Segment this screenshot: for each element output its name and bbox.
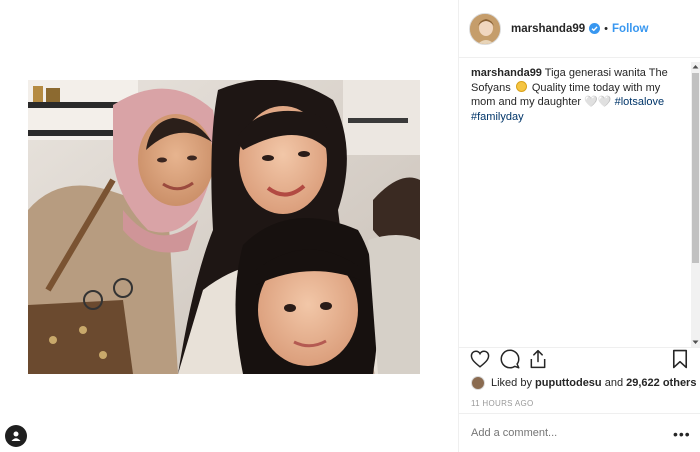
scroll-down-arrow-icon[interactable] [691,338,700,347]
caption-scrollbar[interactable] [691,62,700,347]
post-header: marshanda99 • Follow [459,0,700,58]
liker-username[interactable]: puputtodesu [535,377,602,389]
comment-input[interactable] [471,427,651,439]
post-timestamp: 11 HOURS AGO [471,399,534,408]
likes-and: and [604,377,624,389]
share-icon [530,349,546,369]
divider [459,413,700,414]
caption-username[interactable]: marshanda99 [471,67,542,79]
post-caption: marshanda99 Tiga generasi wanita The Sof… [471,66,685,124]
hashtag-familyday[interactable]: #familyday [471,111,524,123]
post-photo[interactable] [28,80,420,374]
likes-prefix: Liked by [491,377,532,389]
follow-button[interactable]: Follow [612,23,648,35]
avatar-image [470,13,500,44]
scroll-up-arrow-icon[interactable] [691,62,700,71]
verified-badge-icon [589,23,601,34]
more-options-button[interactable]: ••• [673,426,691,442]
account-button[interactable] [5,425,27,447]
laughing-emoji-icon [515,80,527,92]
like-button[interactable] [469,348,491,370]
save-button[interactable] [669,348,691,370]
post-media-area [0,0,458,452]
hashtag-lotsalove[interactable]: #lotsalove [615,96,665,108]
heart-icon [470,350,490,368]
liker-avatar[interactable] [471,376,485,390]
avatar[interactable] [469,12,501,45]
comment-button[interactable] [499,348,521,370]
share-button[interactable] [527,348,549,370]
post-side-panel: marshanda99 • Follow marshanda99 Tiga ge… [458,0,700,452]
post-actions [469,348,691,372]
caption-hearts: 🤍🤍 [584,96,612,108]
person-icon [11,431,21,441]
scrollbar-thumb[interactable] [692,73,699,263]
separator-dot: • [604,22,609,35]
bookmark-icon [672,349,688,369]
username-link[interactable]: marshanda99 [511,23,585,35]
likes-count-link[interactable]: 29,622 others [626,377,696,389]
post-photo-image [28,80,420,374]
comment-icon [500,349,520,369]
likes-summary: Liked by puputtodesu and 29,622 others [471,376,696,390]
